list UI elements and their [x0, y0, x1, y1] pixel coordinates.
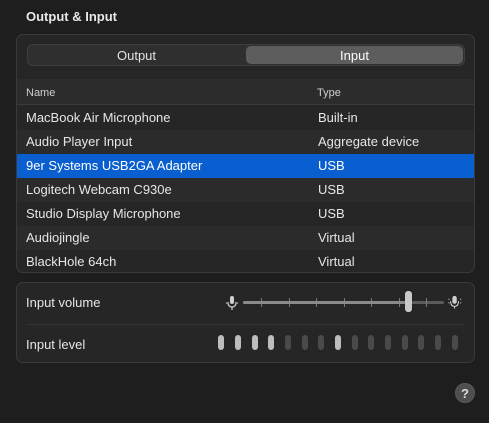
device-type: Virtual [318, 254, 355, 269]
level-segment [285, 335, 291, 350]
column-header-name[interactable]: Name [26, 87, 55, 99]
level-segment [385, 335, 391, 350]
input-controls-panel: Input volume Input level [16, 282, 475, 363]
device-type: Aggregate device [318, 134, 420, 149]
tab-input[interactable]: Input [246, 46, 463, 64]
volume-tick [426, 298, 427, 307]
divider [27, 324, 464, 325]
level-segment [235, 335, 241, 350]
device-type: Built-in [318, 110, 358, 125]
level-segment [435, 335, 441, 350]
output-input-settings: Output & Input Output Input Name Type Ma… [0, 0, 489, 423]
level-segment [268, 335, 274, 350]
tab-output[interactable]: Output [28, 45, 245, 65]
device-row[interactable]: MacBook Air Microphone Built-in [17, 106, 474, 130]
level-segment [402, 335, 408, 350]
level-segment [318, 335, 324, 350]
microphone-high-icon [448, 295, 462, 309]
device-name: 9er Systems USB2GA Adapter [26, 158, 203, 173]
help-button[interactable]: ? [455, 383, 475, 403]
device-row-selected[interactable]: 9er Systems USB2GA Adapter USB [17, 154, 474, 178]
device-name: MacBook Air Microphone [26, 110, 171, 125]
device-type: USB [318, 206, 345, 221]
device-name: Audio Player Input [26, 134, 133, 149]
device-row[interactable]: Audio Player Input Aggregate device [17, 130, 474, 154]
level-segment [335, 335, 341, 350]
device-row[interactable]: Audiojingle Virtual [17, 226, 474, 250]
device-name: Audiojingle [26, 230, 90, 245]
device-name: BlackHole 64ch [26, 254, 117, 269]
device-list: MacBook Air Microphone Built-in Audio Pl… [17, 106, 474, 272]
device-type: Virtual [318, 230, 355, 245]
device-name: Studio Display Microphone [26, 206, 181, 221]
input-volume-fill [243, 301, 408, 304]
input-volume-label: Input volume [26, 295, 101, 310]
level-segment [218, 335, 224, 350]
level-segment [252, 335, 258, 350]
column-header-type[interactable]: Type [317, 87, 341, 99]
device-table-header: Name Type [17, 79, 474, 105]
level-segment [368, 335, 374, 350]
device-type: USB [318, 182, 345, 197]
device-panel: Output Input Name Type MacBook Air Micro… [16, 34, 475, 273]
level-segment [352, 335, 358, 350]
section-title: Output & Input [26, 9, 117, 24]
output-input-segmented-control: Output Input [27, 44, 465, 66]
device-row[interactable]: BlackHole 64ch Virtual [17, 250, 474, 272]
input-volume-slider[interactable] [243, 291, 444, 312]
device-name: Logitech Webcam C930e [26, 182, 172, 197]
level-segment [452, 335, 458, 350]
device-row[interactable]: Logitech Webcam C930e USB [17, 178, 474, 202]
device-row[interactable]: Studio Display Microphone USB [17, 202, 474, 226]
input-level-label: Input level [26, 337, 86, 352]
level-segment [302, 335, 308, 350]
level-segment [418, 335, 424, 350]
device-type: USB [318, 158, 345, 173]
input-level-meter [213, 335, 463, 351]
microphone-low-icon [225, 296, 239, 310]
input-volume-thumb[interactable] [404, 291, 412, 312]
